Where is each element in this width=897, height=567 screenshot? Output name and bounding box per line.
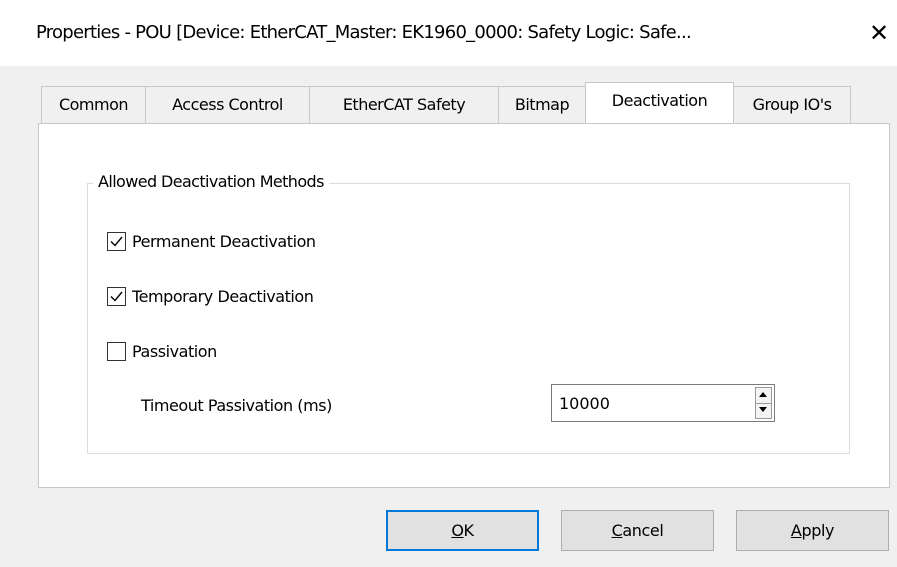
tab-bitmap[interactable]: Bitmap bbox=[498, 86, 586, 123]
temporary-deactivation-checkbox[interactable] bbox=[107, 286, 126, 306]
properties-dialog: Properties - POU [Device: EtherCAT_Maste… bbox=[0, 0, 897, 567]
timeout-passivation-spinbox[interactable]: 10000 bbox=[551, 384, 775, 422]
permanent-deactivation-label: Permanent Deactivation bbox=[132, 231, 316, 251]
cancel-button[interactable]: Cancel bbox=[561, 510, 714, 551]
title-bar: Properties - POU [Device: EtherCAT_Maste… bbox=[0, 0, 897, 66]
ok-label-rest: K bbox=[463, 521, 474, 540]
apply-button[interactable]: Apply bbox=[736, 510, 889, 551]
permanent-deactivation-checkbox[interactable] bbox=[107, 231, 126, 251]
tab-group-ios[interactable]: Group IO's bbox=[733, 86, 851, 123]
tab-ethercat-safety[interactable]: EtherCAT Safety bbox=[309, 86, 499, 123]
apply-label-rest: pply bbox=[801, 521, 835, 540]
tab-deactivation[interactable]: Deactivation bbox=[585, 82, 734, 123]
cancel-label-rest: ancel bbox=[622, 521, 664, 540]
ok-button[interactable]: OK bbox=[386, 510, 539, 551]
tab-access-control[interactable]: Access Control bbox=[145, 86, 310, 123]
window-title: Properties - POU [Device: EtherCAT_Maste… bbox=[36, 22, 692, 43]
passivation-option[interactable]: Passivation bbox=[107, 340, 217, 362]
passivation-checkbox[interactable] bbox=[107, 341, 126, 361]
timeout-passivation-value[interactable]: 10000 bbox=[559, 394, 610, 413]
checkmark-icon bbox=[110, 236, 123, 247]
arrow-up-icon[interactable] bbox=[756, 388, 771, 404]
group-legend: Allowed Deactivation Methods bbox=[93, 172, 329, 191]
spin-buttons bbox=[755, 387, 772, 419]
deactivation-panel: Allowed Deactivation Methods Permanent D… bbox=[38, 123, 890, 488]
apply-mnemonic: A bbox=[790, 521, 802, 540]
temporary-deactivation-option[interactable]: Temporary Deactivation bbox=[107, 285, 314, 307]
timeout-passivation-label: Timeout Passivation (ms) bbox=[141, 396, 332, 415]
ok-mnemonic: O bbox=[451, 521, 464, 540]
checkmark-icon bbox=[110, 291, 123, 302]
tab-common[interactable]: Common bbox=[41, 86, 146, 123]
permanent-deactivation-option[interactable]: Permanent Deactivation bbox=[107, 230, 316, 252]
passivation-label: Passivation bbox=[132, 341, 217, 361]
arrow-down-icon[interactable] bbox=[756, 403, 771, 418]
cancel-mnemonic: C bbox=[611, 521, 623, 540]
temporary-deactivation-label: Temporary Deactivation bbox=[132, 286, 314, 306]
close-icon[interactable]: ✕ bbox=[864, 18, 894, 48]
